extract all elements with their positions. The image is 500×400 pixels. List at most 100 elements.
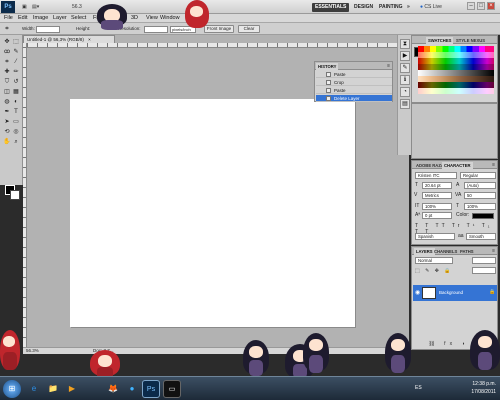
close-document-icon[interactable]: × bbox=[88, 37, 91, 42]
dodge-tool-icon[interactable]: ◐ bbox=[12, 98, 20, 106]
fill-field[interactable] bbox=[472, 267, 496, 274]
workspace-design[interactable]: DESIGN bbox=[351, 3, 376, 12]
clone-stamp-tool-icon[interactable]: ⛉ bbox=[3, 78, 11, 86]
messenger-icon[interactable]: ● bbox=[123, 380, 141, 398]
type-tool-icon[interactable]: T bbox=[12, 108, 20, 116]
3d-orbit-tool-icon[interactable]: ◎ bbox=[12, 128, 20, 136]
maximize-button[interactable]: □ bbox=[477, 2, 485, 10]
workspace-painting[interactable]: PAINTING bbox=[376, 3, 406, 12]
history-step-icon bbox=[326, 72, 331, 77]
panel-menu-icon[interactable]: ≡ bbox=[387, 63, 390, 69]
history-step-icon bbox=[326, 88, 331, 93]
photoshop-taskbar-button[interactable]: Ps bbox=[142, 380, 160, 398]
gradient-tool-icon[interactable]: ▦ bbox=[12, 88, 20, 96]
cmd-window-icon[interactable]: ▭ bbox=[163, 380, 181, 398]
language-indicator[interactable]: ES bbox=[415, 384, 422, 392]
tab-channels[interactable]: CHANNELS bbox=[432, 248, 459, 255]
tracking-field[interactable]: 50 bbox=[464, 192, 496, 199]
language-select[interactable]: Spanish bbox=[415, 233, 455, 240]
tab-style-nexus[interactable]: STYLE NEXUS bbox=[454, 37, 487, 44]
menu-layer[interactable]: Layer bbox=[53, 15, 67, 22]
navigator-panel-icon[interactable]: ◔ bbox=[400, 87, 410, 97]
leading-field[interactable]: (Auto) bbox=[464, 182, 496, 189]
cs-live-button[interactable]: ● CS Live bbox=[420, 3, 442, 11]
tab-history[interactable]: HISTORY bbox=[316, 63, 339, 70]
swatch-color-grid[interactable] bbox=[418, 46, 494, 94]
marquee-tool-icon[interactable]: ⬚ bbox=[12, 38, 20, 46]
menu-select[interactable]: Select bbox=[71, 15, 86, 22]
file-explorer-icon[interactable]: 📁 bbox=[44, 380, 62, 398]
zoom-level[interactable]: 56.3 bbox=[72, 3, 82, 11]
font-style-select[interactable]: Regular bbox=[460, 172, 496, 179]
brush-panel-icon[interactable]: ✎ bbox=[400, 63, 410, 73]
history-item[interactable]: Paste bbox=[316, 87, 392, 94]
kerning-field[interactable]: Metrics bbox=[422, 192, 452, 199]
menu-3d[interactable]: 3D bbox=[131, 15, 138, 22]
horizontal-scale-field[interactable]: 100% bbox=[464, 203, 496, 210]
resolution-field[interactable] bbox=[144, 26, 168, 33]
history-item[interactable]: Crop bbox=[316, 79, 392, 86]
crop-tool-icon[interactable]: ⌗ bbox=[3, 58, 11, 66]
history-item[interactable]: Paste bbox=[316, 71, 392, 78]
menu-edit[interactable]: Edit bbox=[18, 15, 27, 22]
eyedropper-tool-icon[interactable]: ⁄ bbox=[12, 58, 20, 66]
menu-image[interactable]: Image bbox=[33, 15, 48, 22]
crop-tool-preset-icon[interactable]: ⌗ bbox=[3, 25, 11, 33]
width-field[interactable] bbox=[36, 26, 60, 33]
status-zoom[interactable]: 56.3% bbox=[26, 348, 39, 354]
tab-character[interactable]: CHARACTER bbox=[442, 162, 473, 169]
opacity-field[interactable] bbox=[472, 257, 496, 264]
antialias-select[interactable]: Smooth bbox=[466, 233, 496, 240]
view-extras-icon[interactable]: ▤▾ bbox=[32, 3, 39, 11]
zoom-tool-icon[interactable]: ⌕ bbox=[12, 138, 20, 146]
document-tab[interactable]: Untitled-1 @ 56,3% (RGB/8) × bbox=[23, 35, 115, 43]
hand-tool-icon[interactable]: ✋ bbox=[3, 138, 11, 146]
text-color-swatch[interactable] bbox=[472, 213, 494, 219]
menu-view[interactable]: View bbox=[146, 15, 158, 22]
clock-time[interactable]: 12:38 p.m. bbox=[462, 380, 496, 388]
history-panel-icon[interactable]: ⧗ bbox=[400, 39, 410, 49]
blur-tool-icon[interactable]: ◍ bbox=[3, 98, 11, 106]
background-color-swatch[interactable] bbox=[10, 190, 20, 200]
healing-brush-tool-icon[interactable]: ✚ bbox=[3, 68, 11, 76]
quick-select-tool-icon[interactable]: ✎ bbox=[12, 48, 20, 56]
start-button[interactable]: ⊞ bbox=[3, 380, 21, 398]
document-canvas[interactable] bbox=[70, 99, 355, 327]
font-family-select[interactable]: Kristen ITC bbox=[415, 172, 457, 179]
close-button[interactable]: × bbox=[487, 2, 495, 10]
history-item-selected[interactable]: Delete Layer bbox=[316, 95, 392, 102]
media-player-icon[interactable]: ▶ bbox=[63, 380, 81, 398]
vertical-scale-field[interactable]: 100% bbox=[422, 203, 452, 210]
firefox-icon[interactable]: 🦊 bbox=[104, 380, 122, 398]
shape-tool-icon[interactable]: ▭ bbox=[12, 118, 20, 126]
3d-rotate-tool-icon[interactable]: ⟲ bbox=[3, 128, 11, 136]
workspace-essentials[interactable]: ESSENTIALS bbox=[312, 3, 350, 12]
path-selection-tool-icon[interactable]: ➤ bbox=[3, 118, 11, 126]
layer-comps-panel-icon[interactable]: ▤ bbox=[400, 99, 410, 109]
visibility-eye-icon[interactable]: ◉ bbox=[415, 290, 420, 296]
baseline-shift-field[interactable]: 0 pt bbox=[422, 212, 452, 219]
info-panel-icon[interactable]: ℹ bbox=[400, 75, 410, 85]
clear-button[interactable]: Clear bbox=[238, 25, 260, 33]
text-style-buttons[interactable]: T T TT Tr T¹ T₁ T T bbox=[415, 223, 495, 235]
panel-menu-icon[interactable]: ≡ bbox=[492, 248, 495, 254]
eraser-tool-icon[interactable]: ◫ bbox=[3, 88, 11, 96]
panel-menu-icon[interactable]: ≡ bbox=[492, 162, 495, 168]
tab-paths[interactable]: PATHS bbox=[458, 248, 476, 255]
workspace-more[interactable]: » bbox=[404, 3, 413, 12]
menu-window[interactable]: Window bbox=[160, 15, 180, 22]
launch-bridge-icon[interactable]: ▣ bbox=[22, 3, 27, 11]
internet-explorer-icon[interactable]: e bbox=[25, 380, 43, 398]
brush-tool-icon[interactable]: ✏ bbox=[12, 68, 20, 76]
actions-panel-icon[interactable]: ▶ bbox=[400, 51, 410, 61]
lasso-tool-icon[interactable]: ꝏ bbox=[3, 48, 11, 56]
blend-mode-select[interactable]: Normal bbox=[415, 257, 453, 264]
pen-tool-icon[interactable]: ✒ bbox=[3, 108, 11, 116]
tab-swatches[interactable]: SWATCHES bbox=[426, 37, 454, 44]
font-size-field[interactable]: 20.64 pt bbox=[422, 182, 452, 189]
move-tool-icon[interactable]: ✥ bbox=[3, 38, 11, 46]
menu-file[interactable]: File bbox=[4, 15, 13, 22]
history-brush-tool-icon[interactable]: ↺ bbox=[12, 78, 20, 86]
minimize-button[interactable]: – bbox=[467, 2, 475, 10]
layer-row-background[interactable]: ◉ Background 🔒 bbox=[413, 285, 497, 301]
